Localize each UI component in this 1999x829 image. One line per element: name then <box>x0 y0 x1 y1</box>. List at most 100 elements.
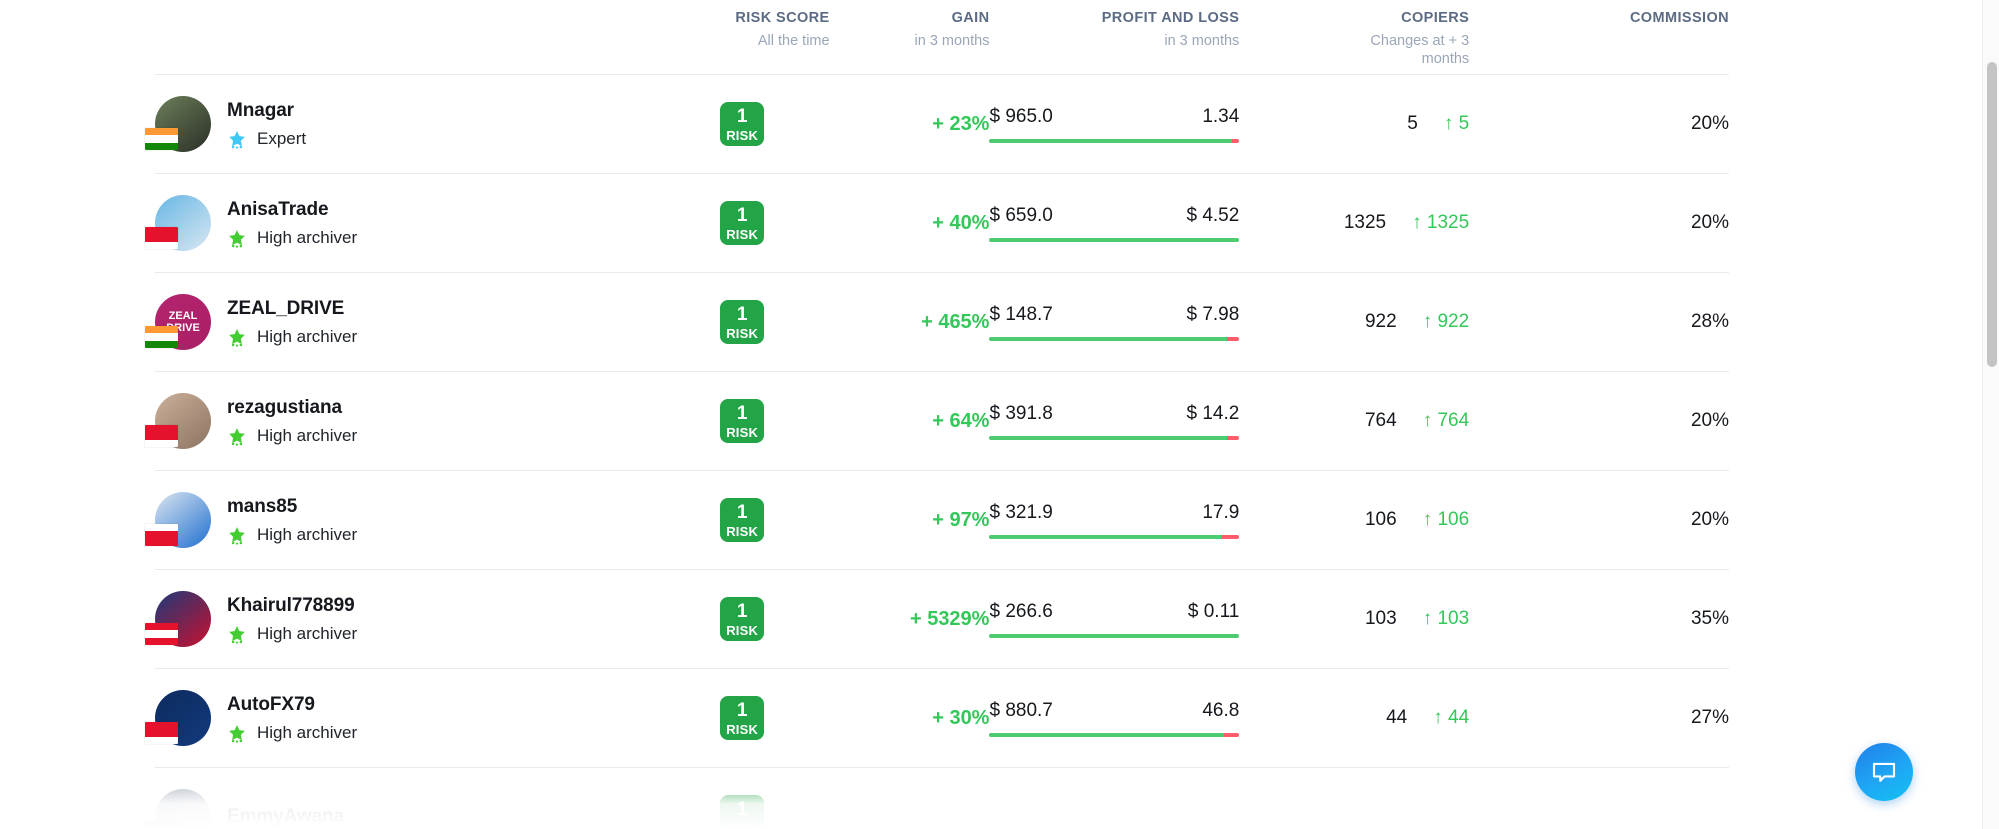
trader-name: EmmyAwana <box>227 806 345 827</box>
risk-score-cell: 1 RISK <box>655 102 830 146</box>
gain-cell: + 40% <box>830 212 989 235</box>
trader-cell[interactable]: Khairul778899 High archiver <box>145 591 655 647</box>
trader-info: mans85 High archiver <box>227 496 357 545</box>
gain-value: + 465% <box>921 310 990 333</box>
copiers-cell: 764 ↑ 764 <box>1239 410 1469 432</box>
trader-info: Mnagar Expert <box>227 100 306 149</box>
pnl-bar-profit <box>989 633 1240 638</box>
pnl-bar <box>989 732 1240 737</box>
column-copiers-subtitle: Changes at + 3 months <box>1370 33 1470 68</box>
risk-score-label: RISK <box>726 127 759 143</box>
commission-value: 28% <box>1690 311 1729 332</box>
copiers-change: ↑ 44 <box>1433 707 1470 728</box>
risk-score-label: RISK <box>726 325 759 341</box>
pnl-bar-profit <box>989 732 1225 737</box>
pnl-bar <box>989 237 1240 242</box>
trader-cell[interactable]: mans85 High archiver <box>145 492 655 548</box>
trader-name: Mnagar <box>227 99 294 121</box>
avatar-wrap <box>145 393 211 449</box>
trader-rank-label: High archiver <box>257 722 358 742</box>
table-row[interactable]: Khairul778899 High archiver 1 RISK + 532… <box>145 570 1729 669</box>
trader-cell[interactable]: AutoFX79 High archiver <box>145 690 655 746</box>
column-commission[interactable]: COMMISSION <box>1469 10 1729 26</box>
trader-cell[interactable]: Mnagar Expert <box>145 96 655 152</box>
commission-value: 20% <box>1690 410 1729 431</box>
gain-value: + 23% <box>932 112 990 135</box>
copiers-count: 103 <box>1364 608 1397 629</box>
risk-score-badge: 1 RISK <box>720 498 765 542</box>
avatar-wrap <box>145 591 211 647</box>
country-flag-icon <box>145 128 178 150</box>
copiers-count: 44 <box>1386 707 1408 728</box>
column-copiers[interactable]: COPIERS Changes at + 3 months <box>1239 10 1469 68</box>
trader-rank-label: Expert <box>257 128 307 148</box>
vertical-scrollbar[interactable] <box>1982 0 1999 829</box>
risk-score-badge: 1 RISK <box>720 201 765 245</box>
profit-and-loss-cell: $ 965.0 1.34 <box>989 106 1240 143</box>
blue-star-icon <box>229 130 245 149</box>
risk-score-cell: 1 RISK <box>655 201 830 245</box>
pnl-bar-loss <box>1226 435 1240 440</box>
trader-info: Khairul778899 High archiver <box>227 595 357 644</box>
green-star-icon <box>229 427 245 446</box>
column-risk-score[interactable]: RISK SCORE All the time <box>655 10 830 50</box>
copiers-cell: 5 ↑ 5 <box>1239 113 1469 135</box>
profit-and-loss-cell: $ 659.0 $ 4.52 <box>989 205 1240 242</box>
risk-score-label: RISK <box>726 820 759 829</box>
column-profit-and-loss[interactable]: PROFIT AND LOSS in 3 months <box>989 10 1240 50</box>
copiers-cell: 1325 ↑ 1325 <box>1239 212 1469 234</box>
trader-rank: High archiver <box>227 624 357 644</box>
trader-cell[interactable]: rezagustiana High archiver <box>145 393 655 449</box>
trader-cell[interactable]: EmmyAwana <box>145 789 655 829</box>
risk-score-cell: 1 RISK <box>655 300 830 344</box>
leaderboard-page: RISK SCORE All the time GAIN in 3 months… <box>0 0 1999 829</box>
commission-cell: 20% <box>1469 410 1729 432</box>
trader-name: AnisaTrade <box>227 198 329 220</box>
copiers-count: 5 <box>1407 113 1418 134</box>
pnl-bar-profit <box>989 435 1227 440</box>
copiers-count: 764 <box>1364 410 1397 431</box>
risk-score-badge: 1 RISK <box>720 696 765 740</box>
copiers-count: 106 <box>1364 509 1397 530</box>
copiers-change: ↑ 106 <box>1422 509 1470 530</box>
trader-cell[interactable]: ZEAL DRIVE ZEAL_DRIVE High archiver <box>145 294 655 350</box>
trader-info: rezagustiana High archiver <box>227 397 357 446</box>
risk-score-badge: 1 RISK <box>720 300 765 344</box>
trader-rank: High archiver <box>227 426 357 446</box>
table-row[interactable]: Mnagar Expert 1 RISK + 23% $ 965.0 1.34 <box>145 75 1729 174</box>
table-row[interactable]: AutoFX79 High archiver 1 RISK + 30% $ 88… <box>145 669 1729 768</box>
commission-cell: 20% <box>1469 509 1729 531</box>
table-row[interactable]: mans85 High archiver 1 RISK + 97% $ 321.… <box>145 471 1729 570</box>
column-gain[interactable]: GAIN in 3 months <box>830 10 990 50</box>
column-commission-title: COMMISSION <box>1629 10 1729 26</box>
column-risk-score-title: RISK SCORE <box>735 10 830 26</box>
profit-and-loss-cell: $ 321.9 17.9 <box>989 502 1240 539</box>
pnl-bar-loss <box>1231 138 1240 143</box>
table-row[interactable]: rezagustiana High archiver 1 RISK + 64% … <box>145 372 1729 471</box>
trader-name: Khairul778899 <box>227 594 355 616</box>
copiers-cell: 103 ↑ 103 <box>1239 608 1469 630</box>
trader-info: AnisaTrade High archiver <box>227 199 357 248</box>
risk-score-value: 1 <box>736 798 748 820</box>
chat-widget-button[interactable] <box>1855 743 1913 801</box>
commission-value: 35% <box>1690 608 1729 629</box>
trader-name: mans85 <box>227 495 298 517</box>
risk-score-label: RISK <box>726 721 759 737</box>
scrollbar-thumb[interactable] <box>1986 62 1997 367</box>
trader-cell[interactable]: AnisaTrade High archiver <box>145 195 655 251</box>
table-row[interactable]: AnisaTrade High archiver 1 RISK + 40% $ … <box>145 174 1729 273</box>
table-row[interactable]: EmmyAwana 1 RISK <box>145 768 1729 829</box>
pnl-loss-value: 46.8 <box>1202 699 1240 721</box>
gain-cell: + 5329% <box>830 608 990 631</box>
risk-score-badge: 1 RISK <box>720 795 765 829</box>
trader-rank: Expert <box>227 129 306 149</box>
pnl-bar-loss <box>1224 732 1240 737</box>
column-gain-subtitle: in 3 months <box>914 33 990 49</box>
commission-value: 20% <box>1690 509 1729 530</box>
gain-value: + 64% <box>932 409 990 432</box>
trader-list: Mnagar Expert 1 RISK + 23% $ 965.0 1.34 <box>145 75 1729 829</box>
avatar-wrap: ZEAL DRIVE <box>145 294 211 350</box>
table-row[interactable]: ZEAL DRIVE ZEAL_DRIVE High archiver 1 RIS… <box>145 273 1729 372</box>
gain-value: + 97% <box>932 508 990 531</box>
gain-value: + 5329% <box>909 607 990 630</box>
